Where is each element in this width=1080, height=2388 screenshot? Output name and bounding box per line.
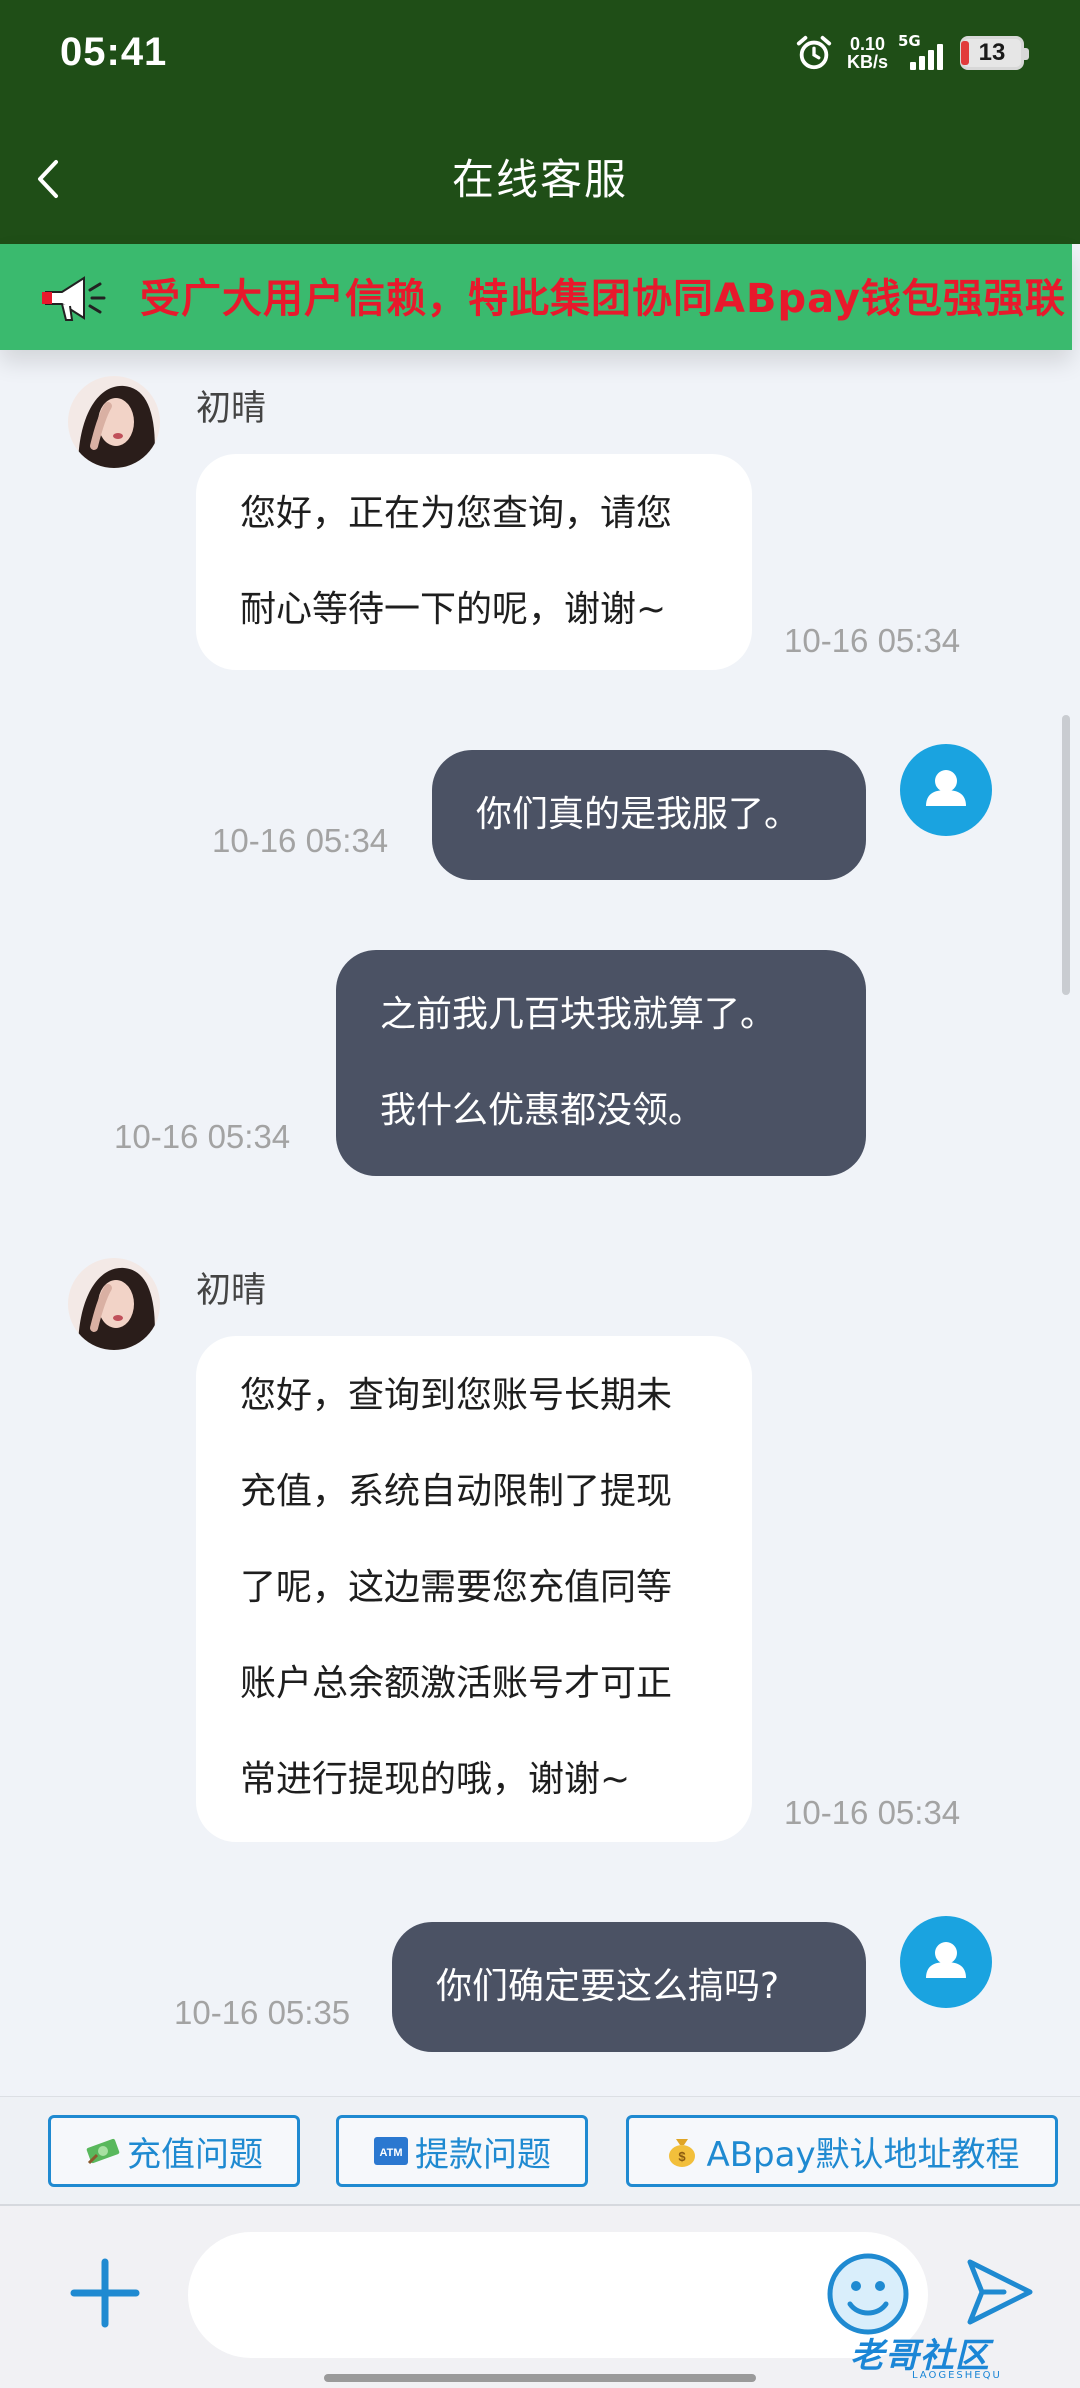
quick-button-label: 提款问题 bbox=[415, 2134, 551, 2175]
agent-avatar[interactable] bbox=[68, 376, 160, 468]
message-timestamp: 10-16 05:34 bbox=[784, 622, 961, 659]
message-line: 之前我几百块我就算了。 bbox=[380, 994, 777, 1035]
message-line: 你们真的是我服了。 bbox=[476, 794, 801, 835]
message-line: 了呢，这边需要您充值同等 bbox=[240, 1567, 673, 1608]
message-line: 账户总余额激活账号才可正 bbox=[240, 1663, 673, 1704]
net-speed: 0.10 KB/s bbox=[847, 35, 888, 71]
message-line: 充值，系统自动限制了提现 bbox=[240, 1471, 673, 1512]
money-icon bbox=[86, 2138, 120, 2165]
announcement-banner: 受广大用户信赖，特此集团协同ABpay钱包强强联 bbox=[0, 244, 1072, 350]
message-line: 您好，正在为您查询，请您 bbox=[240, 493, 673, 534]
outgoing-message-bubble[interactable]: 之前我几百块我就算了。 我什么优惠都没领。 bbox=[336, 950, 866, 1176]
net-speed-unit: KB/s bbox=[846, 52, 888, 72]
message-line: 常进行提现的哦，谢谢~ bbox=[240, 1759, 631, 1800]
battery-level: 13 bbox=[978, 39, 1006, 66]
alarm-icon bbox=[796, 35, 832, 70]
message-timestamp: 10-16 05:34 bbox=[212, 822, 389, 859]
banner-text: 受广大用户信赖，特此集团协同ABpay钱包强强联 bbox=[140, 276, 1066, 322]
agent-name: 初晴 bbox=[196, 1271, 267, 1311]
atm-icon: ATM bbox=[374, 2137, 408, 2165]
message-line: 我什么优惠都没领。 bbox=[380, 1090, 705, 1131]
send-icon[interactable] bbox=[960, 2254, 1036, 2330]
message-timestamp: 10-16 05:34 bbox=[784, 1794, 961, 1831]
plus-icon[interactable] bbox=[70, 2258, 140, 2328]
network-type: 5G bbox=[898, 32, 921, 50]
incoming-message-bubble[interactable]: 您好，正在为您查询，请您 耐心等待一下的呢，谢谢~ bbox=[196, 454, 752, 670]
agent-avatar[interactable] bbox=[68, 1258, 160, 1350]
page-title: 在线客服 bbox=[451, 155, 628, 204]
megaphone-icon bbox=[42, 276, 106, 321]
net-speed-value: 0.10 bbox=[849, 34, 886, 54]
incoming-message-bubble[interactable]: 您好，查询到您账号长期未 充值，系统自动限制了提现 了呢，这边需要您充值同等 账… bbox=[196, 1336, 752, 1842]
user-avatar[interactable] bbox=[900, 744, 992, 836]
svg-text:$: $ bbox=[679, 2149, 687, 2164]
outgoing-message-bubble[interactable]: 你们确定要这么搞吗? bbox=[392, 1922, 866, 2052]
watermark-subtext: LAOGESHEQU bbox=[912, 2370, 1002, 2381]
message-line: 您好，查询到您账号长期未 bbox=[240, 1375, 673, 1416]
message-line: 耐心等待一下的呢，谢谢~ bbox=[240, 589, 667, 630]
status-icons: 0.10 KB/s 5G 13 bbox=[795, 32, 1029, 72]
quick-button-label: 充值问题 bbox=[127, 2134, 263, 2175]
svg-text:ATM: ATM bbox=[379, 2147, 402, 2159]
app-header: 在线客服 bbox=[0, 116, 1080, 244]
quick-button-label: ABpay默认地址教程 bbox=[706, 2134, 1020, 2175]
signal-icon: 5G bbox=[898, 32, 946, 70]
battery-icon: 13 bbox=[960, 36, 1029, 70]
quick-button-abpay-tutorial[interactable]: $ ABpay默认地址教程 bbox=[626, 2115, 1058, 2187]
message-timestamp: 10-16 05:34 bbox=[114, 1118, 291, 1155]
quick-reply-bar: 充值问题 ATM 提款问题 $ ABpay默认地址教程 bbox=[0, 2096, 1080, 2206]
message-input-bar: 老哥社区 LAOGESHEQU bbox=[0, 2206, 1080, 2388]
message-input[interactable] bbox=[188, 2232, 928, 2358]
status-time: 05:41 bbox=[60, 30, 168, 74]
message-line: 你们确定要这么搞吗? bbox=[436, 1966, 780, 2007]
message-timestamp: 10-16 05:35 bbox=[174, 1994, 351, 2031]
quick-button-recharge[interactable]: 充值问题 bbox=[48, 2115, 300, 2187]
chat-list[interactable]: 初晴 您好，正在为您查询，请您 耐心等待一下的呢，谢谢~ 10-16 05:34… bbox=[0, 350, 1072, 2096]
user-avatar[interactable] bbox=[900, 1916, 992, 2008]
moneybag-icon: $ bbox=[669, 2139, 696, 2167]
status-bar: 05:41 0.10 KB/s 5G 13 bbox=[0, 0, 1080, 116]
agent-name: 初晴 bbox=[196, 389, 267, 429]
outgoing-message-bubble[interactable]: 你们真的是我服了。 bbox=[432, 750, 866, 880]
home-indicator[interactable] bbox=[324, 2374, 756, 2382]
quick-button-withdraw[interactable]: ATM 提款问题 bbox=[336, 2115, 588, 2187]
